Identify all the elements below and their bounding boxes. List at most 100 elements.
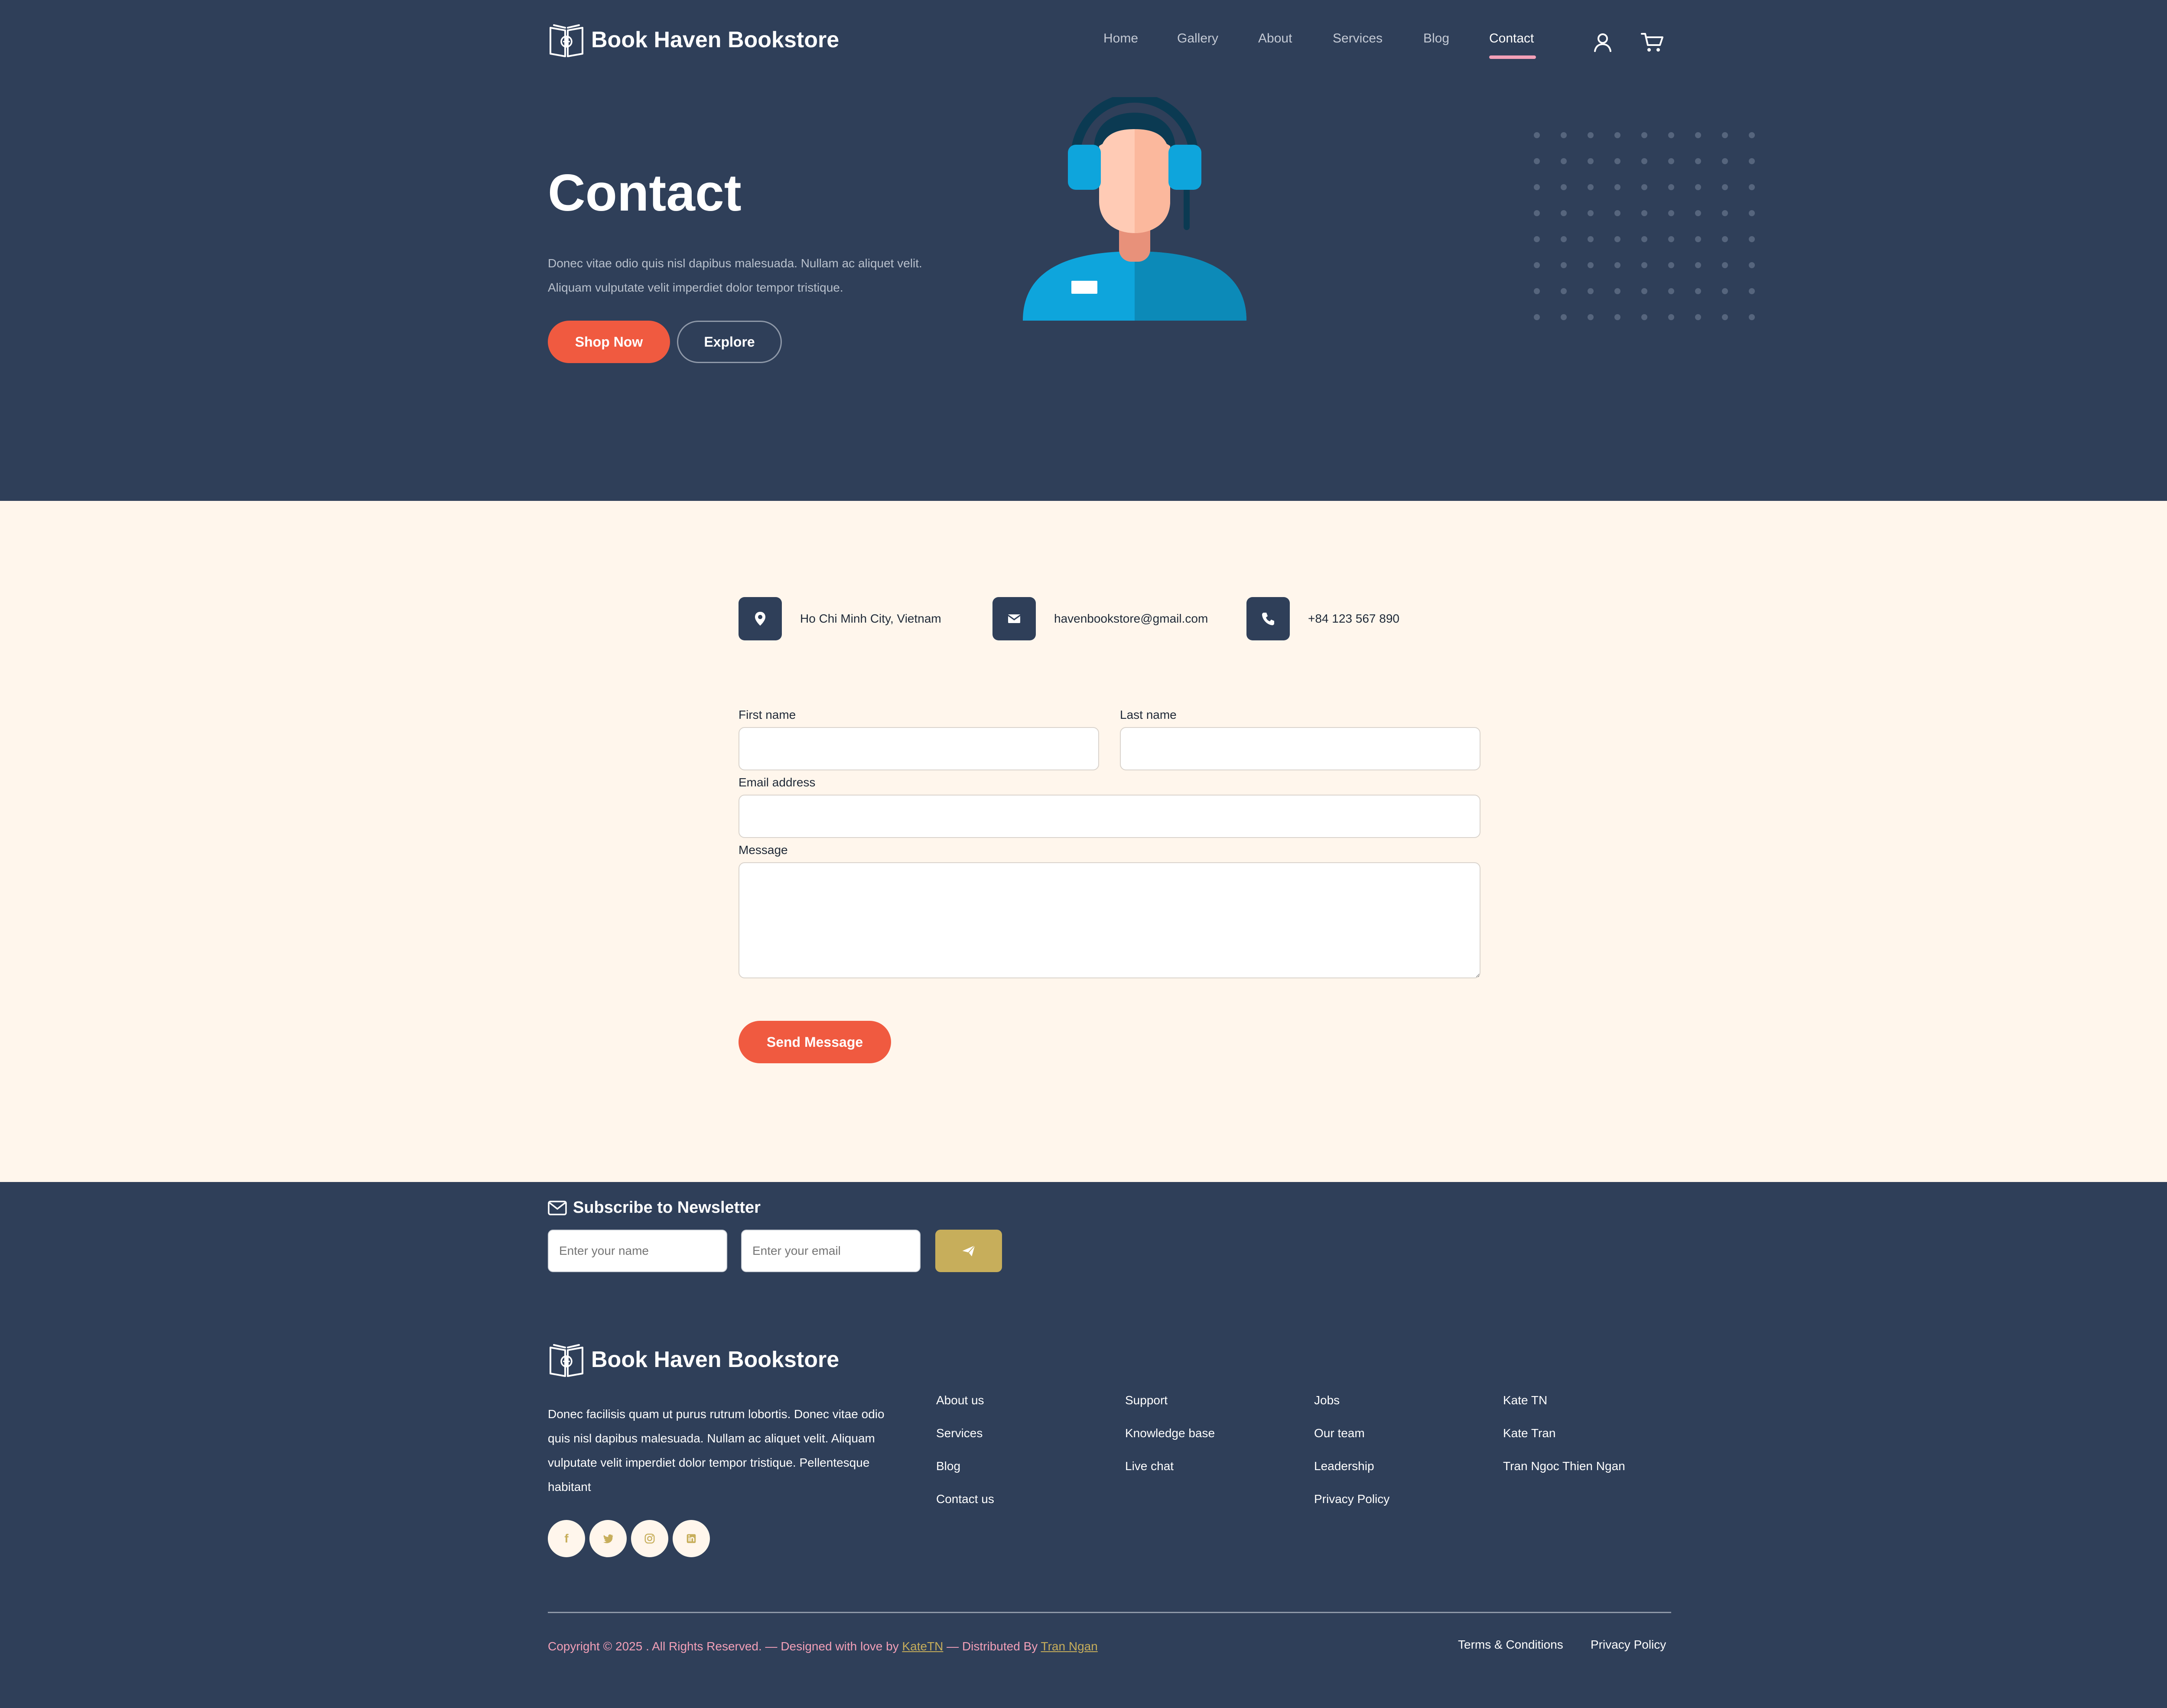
footer-link-knowledge-base[interactable]: Knowledge base bbox=[1125, 1424, 1215, 1457]
decorative-dot bbox=[1722, 236, 1728, 242]
decorative-dot bbox=[1749, 158, 1755, 164]
decorative-dot bbox=[1588, 262, 1594, 268]
footer-link-kate-tran[interactable]: Kate Tran bbox=[1503, 1424, 1625, 1457]
decorative-dot bbox=[1695, 236, 1701, 242]
contact-info-location: Ho Chi Minh City, Vietnam bbox=[739, 597, 941, 640]
brand-name: Book Haven Bookstore bbox=[591, 27, 839, 52]
footer-link-blog[interactable]: Blog bbox=[936, 1457, 994, 1490]
decorative-dot bbox=[1641, 288, 1647, 294]
explore-button[interactable]: Explore bbox=[677, 321, 782, 363]
first-name-field[interactable] bbox=[739, 727, 1099, 770]
footer-link-live-chat[interactable]: Live chat bbox=[1125, 1457, 1215, 1490]
decorative-dot bbox=[1749, 132, 1755, 138]
decorative-dot bbox=[1534, 236, 1540, 242]
contact-info-email: havenbookstore@gmail.com bbox=[992, 597, 1208, 640]
decorative-dot bbox=[1641, 314, 1647, 320]
decorative-dot bbox=[1668, 314, 1674, 320]
distributor-link[interactable]: Tran Ngan bbox=[1041, 1640, 1098, 1653]
footer-link-about-us[interactable]: About us bbox=[936, 1391, 994, 1424]
twitter-icon[interactable] bbox=[589, 1520, 627, 1557]
decorative-dot bbox=[1561, 184, 1567, 190]
hero-description: Donec vitae odio quis nisl dapibus males… bbox=[548, 257, 922, 294]
facebook-icon[interactable]: f bbox=[548, 1520, 585, 1557]
nav-item-home[interactable]: Home bbox=[1103, 31, 1138, 46]
decorative-dot bbox=[1588, 184, 1594, 190]
contact-address: Ho Chi Minh City, Vietnam bbox=[800, 612, 941, 625]
decorative-dot bbox=[1641, 158, 1647, 164]
book-logo-icon bbox=[550, 24, 583, 57]
decorative-dot bbox=[1588, 132, 1594, 138]
decorative-dot bbox=[1588, 314, 1594, 320]
decorative-dot bbox=[1561, 158, 1567, 164]
footer-column-careers: Jobs Our team Leadership Privacy Policy bbox=[1314, 1391, 1389, 1523]
footer-link-kate-tn[interactable]: Kate TN bbox=[1503, 1391, 1625, 1424]
decorative-dot bbox=[1695, 184, 1701, 190]
footer-column-company: About us Services Blog Contact us bbox=[936, 1391, 994, 1523]
decorative-dot-grid bbox=[1534, 132, 1755, 320]
contact-phone[interactable]: +84 123 567 890 bbox=[1308, 612, 1399, 626]
newsletter-heading: Subscribe to Newsletter bbox=[548, 1198, 761, 1217]
brand-logo[interactable]: Book Haven Bookstore bbox=[548, 22, 839, 58]
last-name-field[interactable] bbox=[1120, 727, 1480, 770]
message-field[interactable] bbox=[739, 862, 1480, 978]
contact-info-phone: +84 123 567 890 bbox=[1246, 597, 1399, 640]
decorative-dot bbox=[1534, 184, 1540, 190]
footer-link-privacy-policy[interactable]: Privacy Policy bbox=[1314, 1490, 1389, 1523]
decorative-dot bbox=[1561, 288, 1567, 294]
nav-item-about[interactable]: About bbox=[1258, 31, 1292, 46]
decorative-dot bbox=[1749, 314, 1755, 320]
decorative-dot bbox=[1588, 236, 1594, 242]
linkedin-icon[interactable] bbox=[673, 1520, 710, 1557]
decorative-dot bbox=[1614, 132, 1620, 138]
decorative-dot bbox=[1668, 210, 1674, 216]
decorative-dot bbox=[1561, 314, 1567, 320]
message-label: Message bbox=[739, 843, 788, 857]
terms-link[interactable]: Terms & Conditions bbox=[1458, 1638, 1563, 1652]
decorative-dot bbox=[1614, 236, 1620, 242]
decorative-dot bbox=[1722, 158, 1728, 164]
footer-link-leadership[interactable]: Leadership bbox=[1314, 1457, 1389, 1490]
shop-now-button[interactable]: Shop Now bbox=[548, 321, 670, 363]
decorative-dot bbox=[1534, 158, 1540, 164]
decorative-dot bbox=[1722, 132, 1728, 138]
send-message-button[interactable]: Send Message bbox=[739, 1021, 891, 1063]
footer-column-support: Support Knowledge base Live chat bbox=[1125, 1391, 1215, 1490]
nav-item-services[interactable]: Services bbox=[1333, 31, 1383, 46]
nav-item-gallery[interactable]: Gallery bbox=[1177, 31, 1218, 46]
footer-link-contact-us[interactable]: Contact us bbox=[936, 1490, 994, 1523]
footer-brand-logo[interactable]: Book Haven Bookstore bbox=[548, 1341, 839, 1378]
instagram-icon[interactable] bbox=[631, 1520, 668, 1557]
footer-link-services[interactable]: Services bbox=[936, 1424, 994, 1457]
decorative-dot bbox=[1749, 262, 1755, 268]
decorative-dot bbox=[1534, 314, 1540, 320]
book-logo-icon bbox=[550, 1344, 583, 1377]
footer-link-support[interactable]: Support bbox=[1125, 1391, 1215, 1424]
decorative-dot bbox=[1561, 262, 1567, 268]
newsletter-title: Subscribe to Newsletter bbox=[573, 1198, 761, 1217]
newsletter-name-input[interactable] bbox=[548, 1230, 727, 1272]
email-field[interactable] bbox=[739, 795, 1480, 838]
footer-description: Donec facilisis quam ut purus rutrum lob… bbox=[548, 1407, 885, 1494]
footer-link-our-team[interactable]: Our team bbox=[1314, 1424, 1389, 1457]
cart-icon[interactable] bbox=[1640, 30, 1664, 55]
active-nav-indicator bbox=[1489, 55, 1536, 59]
designer-link[interactable]: KateTN bbox=[902, 1640, 943, 1653]
contact-email[interactable]: havenbookstore@gmail.com bbox=[1054, 612, 1208, 626]
decorative-dot bbox=[1668, 262, 1674, 268]
user-icon[interactable] bbox=[1591, 30, 1615, 55]
nav-item-blog[interactable]: Blog bbox=[1423, 31, 1449, 46]
decorative-dot bbox=[1668, 184, 1674, 190]
newsletter-email-input[interactable] bbox=[741, 1230, 921, 1272]
decorative-dot bbox=[1722, 288, 1728, 294]
footer-brand-name: Book Haven Bookstore bbox=[591, 1347, 839, 1372]
hero-section: Book Haven Bookstore Home Gallery About … bbox=[0, 0, 2167, 501]
footer-link-tran-ngoc-thien-ngan[interactable]: Tran Ngoc Thien Ngan bbox=[1503, 1457, 1625, 1490]
footer-link-jobs[interactable]: Jobs bbox=[1314, 1391, 1389, 1424]
decorative-dot bbox=[1668, 288, 1674, 294]
nav-item-contact[interactable]: Contact bbox=[1489, 31, 1534, 46]
legal-privacy-link[interactable]: Privacy Policy bbox=[1591, 1638, 1666, 1652]
decorative-dot bbox=[1695, 158, 1701, 164]
decorative-dot bbox=[1614, 262, 1620, 268]
decorative-dot bbox=[1722, 210, 1728, 216]
newsletter-submit-button[interactable] bbox=[935, 1230, 1002, 1272]
